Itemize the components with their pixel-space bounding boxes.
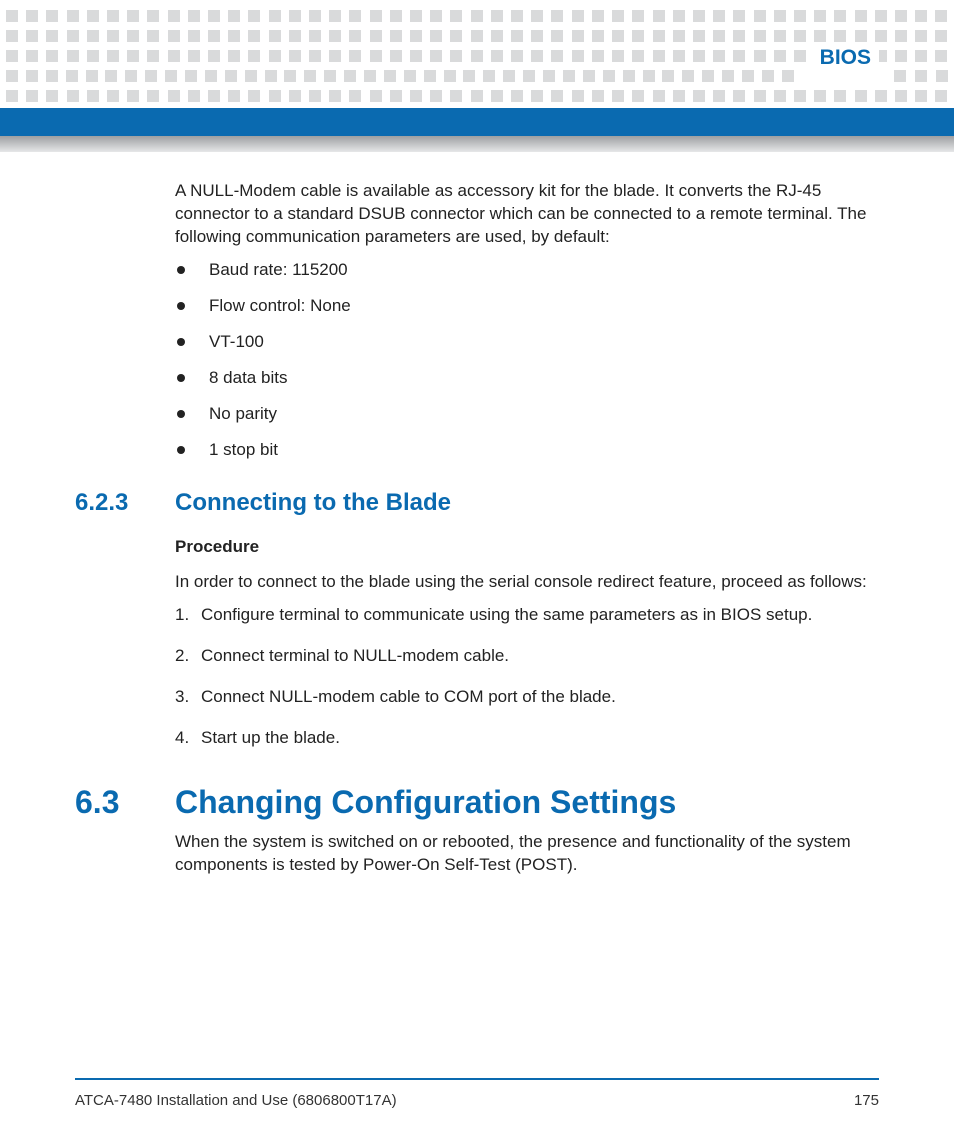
comm-params-list: Baud rate: 115200 Flow control: None VT-…	[175, 259, 879, 462]
bullet-icon	[177, 410, 185, 418]
bullet-icon	[177, 374, 185, 382]
bullet-icon	[177, 446, 185, 454]
list-item: Flow control: None	[175, 295, 879, 317]
header-blue-bar	[0, 108, 954, 136]
page-header-title: BIOS	[812, 46, 879, 70]
intro-paragraph: A NULL-Modem cable is available as acces…	[175, 180, 879, 249]
list-item: 8 data bits	[175, 367, 879, 389]
step-item: 3.Connect NULL-modem cable to COM port o…	[175, 686, 879, 709]
section-6-3-paragraph: When the system is switched on or reboot…	[175, 831, 879, 877]
bullet-icon	[177, 338, 185, 346]
procedure-lead: In order to connect to the blade using t…	[175, 571, 879, 594]
bullet-icon	[177, 302, 185, 310]
list-item: Baud rate: 115200	[175, 259, 879, 281]
footer-doc-title: ATCA-7480 Installation and Use (6806800T…	[75, 1092, 397, 1109]
heading-number: 6.3	[75, 784, 175, 821]
heading-6-3: 6.3 Changing Configuration Settings	[75, 784, 879, 821]
list-item: No parity	[175, 403, 879, 425]
step-item: 2.Connect terminal to NULL-modem cable.	[175, 645, 879, 668]
heading-text: Changing Configuration Settings	[175, 784, 676, 821]
footer-rule	[75, 1078, 879, 1080]
heading-6-2-3: 6.2.3 Connecting to the Blade	[75, 489, 879, 517]
page-footer: ATCA-7480 Installation and Use (6806800T…	[75, 1078, 879, 1109]
procedure-label: Procedure	[175, 537, 879, 557]
header-gray-bar	[0, 136, 954, 152]
step-item: 1.Configure terminal to communicate usin…	[175, 604, 879, 627]
heading-text: Connecting to the Blade	[175, 489, 451, 517]
page-content: A NULL-Modem cable is available as acces…	[75, 180, 879, 887]
list-item: 1 stop bit	[175, 439, 879, 461]
bullet-icon	[177, 266, 185, 274]
step-item: 4.Start up the blade.	[175, 727, 879, 750]
footer-page-number: 175	[854, 1092, 879, 1109]
heading-number: 6.2.3	[75, 489, 175, 517]
procedure-steps: 1.Configure terminal to communicate usin…	[175, 604, 879, 750]
list-item: VT-100	[175, 331, 879, 353]
